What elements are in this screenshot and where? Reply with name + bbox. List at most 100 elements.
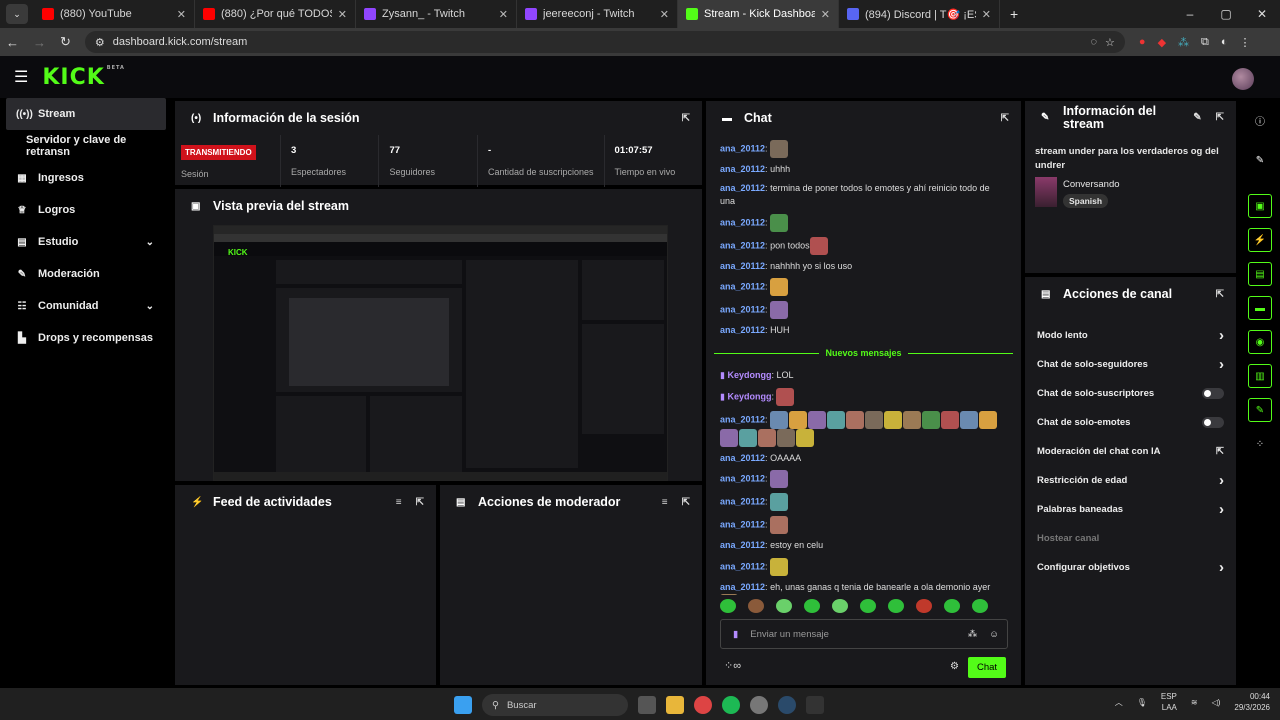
browser-menu-icon[interactable]: ⋮ [1240,36,1251,49]
category-name[interactable]: Conversando [1063,179,1120,190]
wifi-icon[interactable]: ≋ [1191,698,1198,707]
wrench-icon[interactable]: ✎ [1248,398,1272,422]
channel-action-row[interactable]: Modo lento › [1025,321,1236,350]
emote-image[interactable] [903,410,922,429]
filter-icon[interactable]: ≡ [662,497,668,508]
toggle-switch[interactable] [1202,417,1224,428]
chat-username[interactable]: ana_20112 [720,473,765,483]
sidebar-item-server-key[interactable]: Servidor y clave de retransn [0,130,172,162]
chat-username[interactable]: ana_20112 [720,582,765,592]
emote-image[interactable] [846,410,865,429]
close-tab-icon[interactable]: ✕ [660,8,669,21]
screen-icon[interactable]: ▣ [1248,194,1272,218]
extensions-puzzle-icon[interactable]: ⧉ [1201,36,1209,49]
emote-image[interactable] [770,213,789,232]
close-window-button[interactable]: ✕ [1244,0,1280,28]
bookmark-star-icon[interactable]: ☆ [1105,36,1115,49]
steam-icon[interactable] [778,696,796,714]
reload-icon[interactable]: ↻ [60,34,71,50]
site-info-icon[interactable]: ⚙ [95,36,105,49]
emote-image[interactable] [960,410,979,429]
chrome-icon[interactable] [694,696,712,714]
file-explorer-icon[interactable] [666,696,684,714]
close-tab-icon[interactable]: ✕ [821,8,830,21]
volume-icon[interactable]: ◁) [1212,698,1221,707]
emote-image[interactable] [941,410,960,429]
sidebar-item-estudio[interactable]: ▤ Estudio ⌄ [0,226,172,258]
browser-tab[interactable]: jeereeconj - Twitch ✕ [517,0,678,28]
quick-emote[interactable] [916,599,932,613]
emote-image[interactable] [776,387,795,406]
quick-emote[interactable] [804,599,820,613]
taskbar-search[interactable]: ⚲ Buscar [482,694,628,716]
emote-image[interactable] [758,428,776,447]
new-tab-button[interactable]: + [1010,6,1018,22]
quick-emote[interactable] [972,599,988,613]
emote-image[interactable] [922,410,941,429]
emote-image[interactable] [770,557,789,576]
chat-username[interactable]: ana_20112 [720,164,765,174]
popout-icon[interactable]: ⇱ [1216,289,1224,300]
language-indicator[interactable]: ESP LAA [1161,692,1177,714]
emote-image[interactable] [865,410,884,429]
emote-image[interactable] [809,236,828,255]
back-icon[interactable]: ← [6,35,19,50]
browser-tab[interactable]: (894) Discord | T🎯 ¡ESPERA 1 | ✕ [839,0,1000,28]
sidebar-item-moderacion[interactable]: ✎ Moderación [0,258,172,290]
menu-icon[interactable]: ☰ [14,67,28,87]
sidebar-item-ingresos[interactable]: ▦ Ingresos [0,162,172,194]
user-avatar[interactable] [1232,68,1254,90]
quick-emote[interactable] [748,599,764,613]
chat-username[interactable]: Keydongg [727,391,771,401]
emote-image[interactable] [796,428,814,447]
sidebar-item-stream[interactable]: ((•)) Stream [6,98,166,130]
channel-action-row[interactable]: Chat de solo-suscriptores [1025,379,1236,408]
emote-image[interactable] [770,301,789,319]
chat-username[interactable]: ana_20112 [720,143,765,153]
kick-logo[interactable]: KICK BETA [42,65,125,90]
close-tab-icon[interactable]: ✕ [982,8,991,21]
broadcast-icon[interactable]: ◉ [1248,330,1272,354]
stream-preview-video[interactable]: KICK [213,225,668,481]
emote-image[interactable] [777,428,795,447]
chat-username[interactable]: ana_20112 [720,261,765,271]
extension-red-icon[interactable]: ● [1139,36,1146,49]
chat-username[interactable]: Keydongg [727,370,771,380]
task-view-icon[interactable] [638,696,656,714]
pencil-icon[interactable]: ✎ [1248,148,1272,172]
send-chat-button[interactable]: Chat [968,657,1006,678]
chat-username[interactable]: ana_20112 [720,304,765,314]
chat-username[interactable]: ana_20112 [720,540,765,550]
emote-image[interactable] [979,410,998,429]
chat-username[interactable]: ana_20112 [720,496,765,506]
sidebar-item-logros[interactable]: ♕ Logros [0,194,172,226]
microphone-icon[interactable]: 🎙 [1137,698,1147,707]
filter-icon[interactable]: ≡ [396,497,402,508]
chat-username[interactable]: ana_20112 [720,325,765,335]
epic-games-icon[interactable] [806,696,824,714]
tray-overflow-icon[interactable]: ︿ [1115,697,1123,708]
sidebar-item-comunidad[interactable]: ☷ Comunidad ⌄ [0,290,172,322]
category-thumbnail[interactable] [1035,176,1057,207]
emote-image[interactable] [720,594,738,595]
emote-image[interactable] [770,493,789,511]
popout-icon[interactable]: ⇱ [1001,113,1009,124]
emote-image[interactable] [770,516,789,534]
close-tab-icon[interactable]: ✕ [499,8,508,21]
bolt-icon[interactable]: ⚡ [1248,228,1272,252]
emote-image[interactable] [720,428,738,447]
maximize-button[interactable]: ▢ [1208,0,1244,28]
browser-tab[interactable]: Zysann_ - Twitch ✕ [356,0,517,28]
chat-username[interactable]: ana_20112 [720,414,765,424]
tab-search-button[interactable]: ⌄ [6,4,28,24]
emote-image[interactable] [789,410,808,429]
emote-image[interactable] [770,470,789,488]
emote-image[interactable] [827,410,846,429]
sidebar-item-drops[interactable]: ▙ Drops y recompensas [0,322,172,354]
chat-username[interactable]: ana_20112 [720,183,765,193]
quick-emote[interactable] [888,599,904,613]
extension-translate-icon[interactable]: ⁂ [1178,36,1189,49]
url-bar[interactable]: ⚙ dashboard.kick.com/stream ◌ ☆ [84,31,1125,53]
channel-action-row[interactable]: Restricción de edad › [1025,466,1236,495]
browser-tab[interactable]: (880) YouTube ✕ [34,0,195,28]
